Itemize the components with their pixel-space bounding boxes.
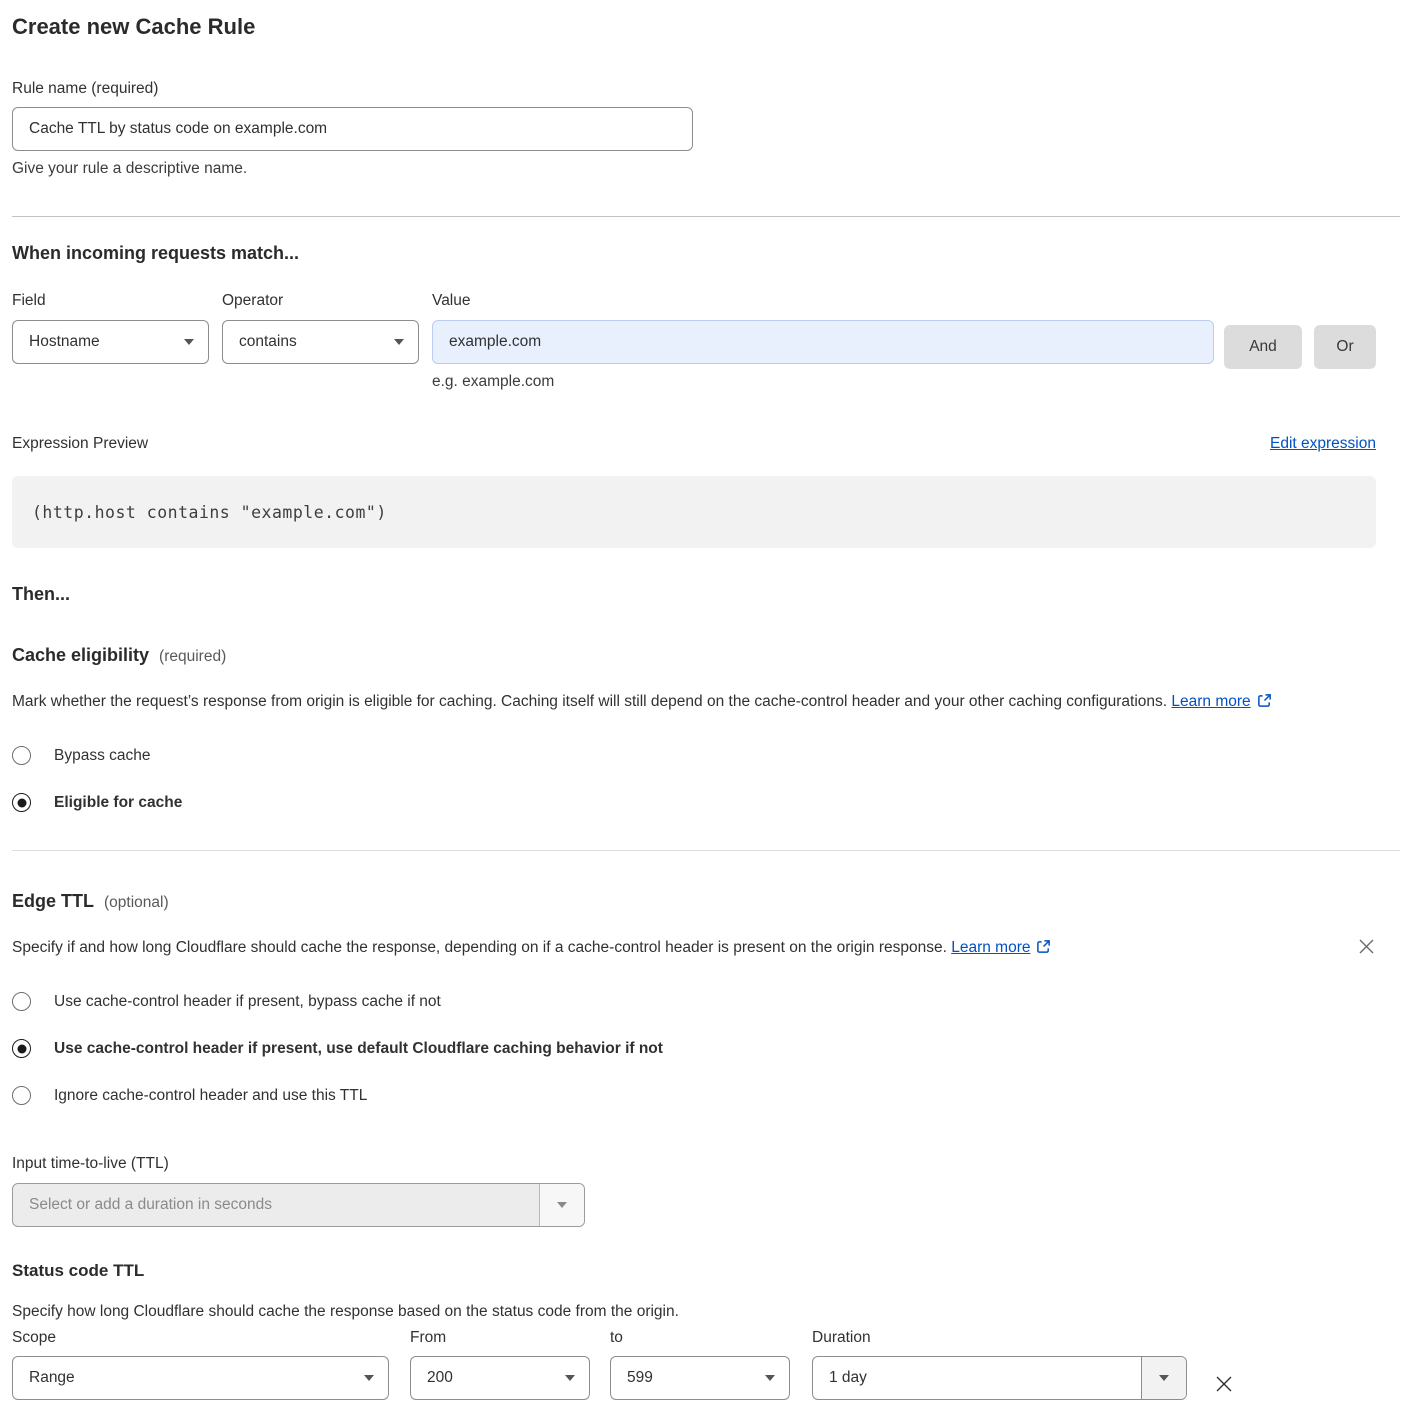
edge-ttl-optional-badge: (optional) — [104, 894, 169, 912]
cache-eligibility-heading-row: Cache eligibility (required) — [12, 645, 1376, 666]
ttl-duration-placeholder: Select or add a duration in seconds — [13, 1184, 539, 1226]
duration-select[interactable]: 1 day — [812, 1356, 1187, 1400]
chevron-down-icon — [394, 339, 404, 345]
to-column: to 599 — [610, 1329, 790, 1400]
chevron-down-icon — [184, 339, 194, 345]
edge-ttl-option-ignore-label: Ignore cache-control header and use this… — [54, 1087, 367, 1105]
edge-ttl-learn-more-link[interactable]: Learn more — [951, 939, 1051, 956]
create-cache-rule-form: Create new Cache Rule Rule name (require… — [0, 0, 1412, 1420]
field-select[interactable]: Hostname — [12, 320, 209, 364]
field-label: Field — [12, 292, 209, 310]
edge-ttl-option-default-label: Use cache-control header if present, use… — [54, 1040, 663, 1058]
expression-header: Expression Preview Edit expression — [12, 435, 1376, 453]
cache-eligibility-learn-more-link[interactable]: Learn more — [1171, 693, 1271, 710]
bypass-cache-radio-label: Bypass cache — [54, 747, 151, 765]
from-column: From 200 — [410, 1329, 590, 1400]
from-select-value: 200 — [427, 1369, 453, 1387]
rule-name-help: Give your rule a descriptive name. — [12, 160, 1376, 178]
expression-code-text: (http.host contains "example.com") — [32, 503, 387, 522]
match-heading: When incoming requests match... — [12, 243, 1376, 264]
radio-icon[interactable] — [12, 992, 31, 1011]
expression-preview-code: (http.host contains "example.com") — [12, 476, 1376, 548]
operator-select[interactable]: contains — [222, 320, 419, 364]
ttl-duration-select: Select or add a duration in seconds — [12, 1183, 585, 1227]
field-select-value: Hostname — [29, 333, 100, 351]
edge-ttl-heading-row: Edge TTL (optional) — [12, 891, 1376, 912]
edge-ttl-description: Specify if and how long Cloudflare shoul… — [12, 934, 1352, 964]
edge-ttl-option-bypass-radio[interactable]: Use cache-control header if present, byp… — [12, 992, 1376, 1011]
remove-status-ttl-close-icon[interactable] — [1213, 1373, 1235, 1395]
rule-name-input[interactable] — [12, 107, 693, 151]
edge-ttl-option-bypass-label: Use cache-control header if present, byp… — [54, 993, 441, 1011]
scope-select[interactable]: Range — [12, 1356, 389, 1400]
from-select[interactable]: 200 — [410, 1356, 590, 1400]
radio-icon[interactable] — [12, 1086, 31, 1105]
cache-eligibility-section: Cache eligibility (required) Mark whethe… — [12, 645, 1376, 812]
ttl-input-label: Input time-to-live (TTL) — [12, 1155, 1376, 1173]
radio-icon[interactable] — [12, 746, 31, 765]
operator-column: Operator contains — [222, 292, 419, 364]
radio-icon[interactable] — [12, 1039, 31, 1058]
scope-column: Scope Range — [12, 1329, 389, 1400]
duration-select-value: 1 day — [813, 1357, 1141, 1399]
cache-eligibility-heading: Cache eligibility — [12, 645, 149, 666]
scope-label: Scope — [12, 1329, 389, 1347]
and-button[interactable]: And — [1224, 325, 1302, 369]
close-icon[interactable] — [1357, 937, 1376, 956]
to-select-value: 599 — [627, 1369, 653, 1387]
match-condition-row: Field Hostname Operator contains Value e… — [12, 292, 1376, 391]
value-label: Value — [432, 292, 1214, 310]
cache-eligibility-required-badge: (required) — [159, 648, 226, 666]
duration-column: Duration 1 day — [812, 1329, 1187, 1400]
external-link-icon — [1257, 690, 1272, 718]
or-button[interactable]: Or — [1314, 325, 1376, 369]
then-heading: Then... — [12, 584, 1376, 605]
to-select[interactable]: 599 — [610, 1356, 790, 1400]
from-label: From — [410, 1329, 590, 1347]
edge-ttl-option-default-radio[interactable]: Use cache-control header if present, use… — [12, 1039, 1376, 1058]
status-code-ttl-heading: Status code TTL — [12, 1261, 1376, 1281]
section-divider — [12, 216, 1400, 217]
expression-preview-label: Expression Preview — [12, 435, 148, 453]
ttl-input-group: Input time-to-live (TTL) Select or add a… — [12, 1155, 1376, 1227]
page-title: Create new Cache Rule — [12, 14, 1376, 40]
radio-icon[interactable] — [12, 793, 31, 812]
eligible-for-cache-radio[interactable]: Eligible for cache — [12, 793, 1376, 812]
to-label: to — [610, 1329, 790, 1347]
value-help: e.g. example.com — [432, 373, 1214, 391]
status-code-ttl-row: Scope Range From 200 to 599 — [12, 1329, 1376, 1400]
value-input[interactable] — [432, 320, 1214, 364]
edge-ttl-option-ignore-radio[interactable]: Ignore cache-control header and use this… — [12, 1086, 1376, 1105]
value-column: Value e.g. example.com — [432, 292, 1214, 391]
edit-expression-link[interactable]: Edit expression — [1270, 435, 1376, 453]
section-divider — [12, 850, 1400, 851]
scope-select-value: Range — [29, 1369, 75, 1387]
external-link-icon — [1036, 936, 1051, 964]
rule-name-group: Rule name (required) Give your rule a de… — [12, 80, 1376, 178]
duration-label: Duration — [812, 1329, 1187, 1347]
operator-label: Operator — [222, 292, 419, 310]
edge-ttl-section: Edge TTL (optional) Specify if and how l… — [12, 891, 1376, 1400]
operator-select-value: contains — [239, 333, 297, 351]
status-code-ttl-description: Specify how long Cloudflare should cache… — [12, 1303, 1376, 1321]
bypass-cache-radio[interactable]: Bypass cache — [12, 746, 1376, 765]
chevron-down-icon — [1141, 1357, 1186, 1399]
chevron-down-icon — [539, 1184, 584, 1226]
field-column: Field Hostname — [12, 292, 209, 364]
rule-name-label: Rule name (required) — [12, 80, 1376, 98]
edge-ttl-heading: Edge TTL — [12, 891, 94, 912]
cache-eligibility-description: Mark whether the request’s response from… — [12, 688, 1352, 718]
eligible-for-cache-radio-label: Eligible for cache — [54, 794, 182, 812]
